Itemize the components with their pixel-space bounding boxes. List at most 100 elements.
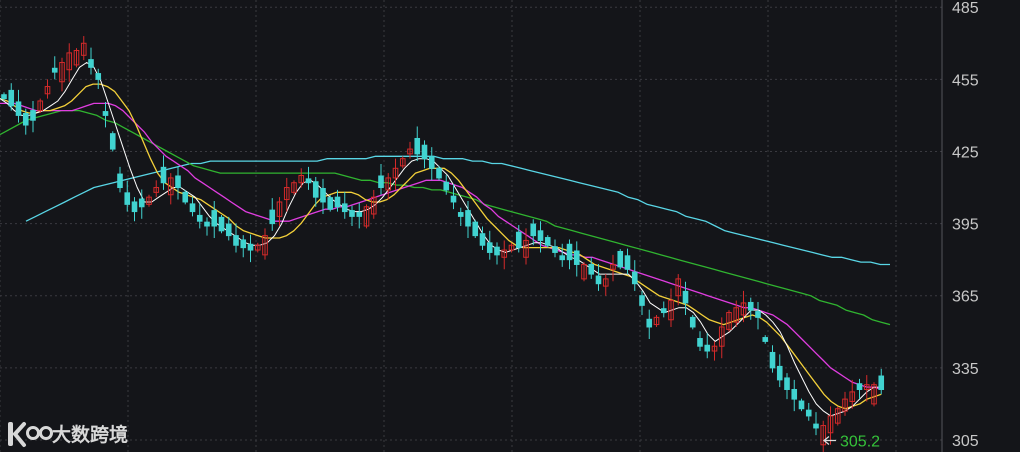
candle-body-down — [486, 242, 493, 253]
candle-body-down — [552, 246, 558, 253]
candle-body-down — [617, 250, 624, 268]
candle — [486, 230, 493, 260]
candle-body-down — [544, 237, 551, 246]
candle-body-down — [595, 275, 602, 285]
candle — [624, 248, 631, 275]
candle-body-down — [472, 221, 479, 237]
grid — [0, 0, 943, 452]
candle — [863, 375, 870, 402]
candle-body-down — [22, 112, 29, 126]
candle — [349, 205, 355, 226]
candle-body-down — [95, 73, 102, 80]
candle — [124, 180, 131, 212]
candle — [146, 194, 152, 207]
candle — [675, 274, 682, 306]
candle-body-down — [8, 89, 15, 107]
candle-body-down — [660, 308, 667, 314]
candle — [834, 406, 841, 426]
candle — [233, 223, 239, 253]
candle-body-down — [334, 196, 341, 208]
candle-body-down — [1, 94, 7, 100]
candle-body-down — [421, 144, 428, 160]
candle — [682, 281, 689, 315]
candle — [298, 168, 305, 188]
moving-average-lines — [0, 62, 891, 417]
candle — [762, 335, 769, 344]
candle — [88, 47, 94, 75]
candle-body-down — [515, 231, 522, 249]
candle-body-down — [465, 210, 471, 227]
candle-body-down — [109, 133, 116, 150]
low-price-label: 305.2 — [840, 433, 880, 450]
candle — [73, 48, 80, 68]
candle — [501, 240, 508, 270]
candle — [363, 204, 370, 229]
candle-body-down — [102, 111, 109, 116]
candle — [668, 288, 674, 327]
candle-body-down — [457, 212, 464, 217]
candle-body-down — [131, 201, 138, 213]
candle-body-down — [138, 198, 145, 208]
candle — [66, 43, 73, 82]
candle — [595, 263, 602, 291]
candle — [378, 163, 384, 195]
candle-body-down — [175, 175, 181, 189]
candle — [211, 200, 218, 239]
candle — [182, 189, 189, 205]
candle-body-down — [747, 301, 754, 311]
y-tick-label: 305 — [952, 433, 979, 450]
candle — [711, 341, 718, 361]
candle — [776, 354, 783, 388]
watermark-text: 大数跨境 — [52, 423, 128, 446]
candle-body-down — [189, 203, 196, 213]
candle-body-down — [124, 192, 131, 205]
kdb-logo-icon — [8, 422, 53, 447]
y-tick-label: 365 — [952, 289, 979, 306]
candle-body-down — [378, 175, 384, 189]
candle-body-down — [530, 223, 537, 237]
watermark: 大数跨境 — [8, 422, 128, 447]
candle-body-down — [588, 263, 595, 275]
candle-body-down — [196, 214, 203, 222]
candle — [566, 239, 573, 270]
candle-body-down — [428, 156, 435, 169]
candle-body-down — [776, 365, 783, 381]
candle-body-down — [573, 250, 580, 265]
candle — [196, 203, 203, 229]
candle — [204, 217, 210, 236]
candle — [131, 197, 138, 222]
candle — [856, 378, 863, 400]
candle-body-down — [269, 209, 276, 225]
candle — [631, 260, 638, 291]
candle-body-down — [247, 243, 254, 251]
candle — [102, 101, 109, 128]
candle — [472, 219, 479, 239]
candle — [689, 314, 696, 330]
candle — [399, 156, 406, 169]
candle — [581, 262, 587, 282]
y-tick-label: 425 — [952, 144, 979, 161]
candle-body-down — [798, 400, 805, 410]
candle-body-down — [682, 290, 689, 304]
candle — [827, 406, 834, 445]
candlestick-chart: 485 455 425 395 365 335 305 305.2 大数跨境 — [0, 0, 979, 452]
candle-body-down — [117, 173, 123, 189]
candle — [798, 398, 805, 412]
candle — [617, 249, 624, 270]
candle — [160, 155, 167, 190]
candle — [240, 235, 247, 258]
candle — [117, 166, 123, 193]
candle — [269, 198, 276, 231]
candle — [327, 195, 334, 212]
low-price-annotation: 305.2 — [822, 433, 880, 450]
candle-body-down — [349, 210, 355, 217]
y-axis: 485 455 425 395 365 335 305 — [952, 0, 979, 450]
candle-body-down — [327, 197, 334, 210]
candle-body-down — [204, 221, 210, 227]
candle-body-down — [320, 187, 326, 203]
candle — [559, 243, 566, 267]
candle — [653, 314, 660, 327]
candle — [385, 173, 392, 200]
candle — [175, 166, 181, 200]
candle — [436, 165, 442, 181]
